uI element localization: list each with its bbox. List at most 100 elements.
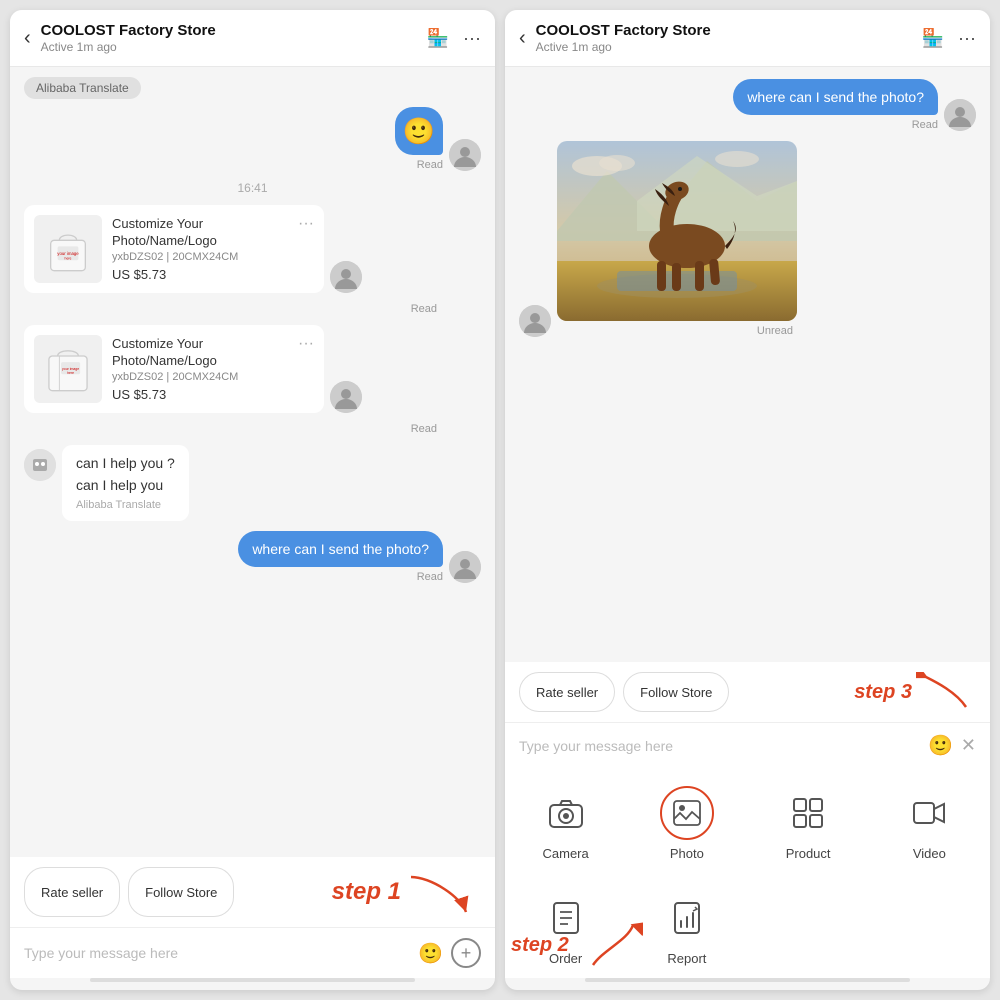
product-media-item[interactable]: Product [748, 768, 869, 873]
user-avatar-bubble [449, 551, 481, 583]
user-avatar-emoji [449, 139, 481, 171]
translate-badge: Alibaba Translate [24, 79, 481, 97]
product-info-1: Customize Your Photo/Name/Logo yxbDZS02 … [112, 216, 288, 283]
right-user-avatar [944, 99, 976, 131]
product-img-2: your image here [34, 335, 102, 403]
right-scrollbar [585, 978, 910, 982]
order-label: Order [549, 951, 582, 966]
photo-media-item[interactable]: Photo [626, 768, 747, 873]
product-card-2[interactable]: your image here Customize Your Photo/Nam… [24, 325, 324, 413]
left-more-icon[interactable]: ··· [463, 28, 481, 49]
left-panel: ‹ COOLOST Factory Store Active 1m ago 🏪 … [10, 10, 495, 990]
right-more-icon[interactable]: ··· [958, 28, 976, 49]
user-bubble-row: where can I send the photo? Read [24, 531, 481, 583]
product-card-row-1: your image here Customize Your Photo/Nam… [24, 205, 481, 293]
product-card-row-2: your image here Customize Your Photo/Nam… [24, 325, 481, 413]
left-input-area: 🙂 + [10, 927, 495, 978]
right-store-icon[interactable]: 🏪 [922, 28, 944, 49]
report-icon [673, 901, 701, 935]
svg-text:your image: your image [57, 251, 79, 256]
camera-icon-container [539, 786, 593, 840]
right-header-icons: 🏪 ··· [922, 28, 976, 49]
left-store-icon[interactable]: 🏪 [427, 28, 449, 49]
step1-label: step 1 [332, 878, 401, 906]
bot-bubble: can I help you ? can I help you Alibaba … [62, 445, 189, 521]
right-store-status: Active 1m ago [536, 40, 912, 54]
product-icon-container [781, 786, 835, 840]
product-img-1: your image here [34, 215, 102, 283]
left-scrollbar [90, 978, 415, 982]
right-emoji-icon[interactable]: 🙂 [928, 733, 953, 758]
right-store-title: COOLOST Factory Store [536, 22, 912, 39]
order-icon-container [539, 891, 593, 945]
product-sku-1: yxbDZS02 | 20CMX24CM [112, 251, 288, 263]
right-chat-area: where can I send the photo? Read [505, 67, 990, 662]
order-media-item[interactable]: Order [505, 873, 626, 978]
horse-image [557, 141, 797, 321]
video-media-item[interactable]: Video [869, 768, 990, 873]
bot-translate-label: Alibaba Translate [76, 499, 175, 511]
left-chat-area: Alibaba Translate 🙂 Read 16:41 [10, 67, 495, 857]
report-icon-container [660, 891, 714, 945]
left-emoji-icon[interactable]: 🙂 [418, 941, 443, 966]
emoji-read-label: Read [417, 159, 443, 171]
step3-label: step 3 [854, 681, 912, 704]
svg-text:here: here [67, 371, 74, 375]
media-grid: Camera Photo Pr [505, 768, 990, 978]
right-message-input[interactable] [519, 738, 920, 754]
right-rate-seller-button[interactable]: Rate seller [519, 672, 615, 712]
emoji-bubble: 🙂 [395, 107, 443, 155]
video-icon [912, 800, 946, 826]
product-price-2: US $5.73 [112, 387, 288, 402]
product-name-2: Customize Your Photo/Name/Logo [112, 336, 288, 370]
bot-msg-line1: can I help you ? [76, 455, 175, 471]
camera-label: Camera [543, 846, 589, 861]
left-store-status: Active 1m ago [41, 40, 417, 54]
right-follow-store-button[interactable]: Follow Store [623, 672, 729, 712]
bot-avatar [24, 449, 56, 481]
left-follow-store-button[interactable]: Follow Store [128, 867, 234, 917]
product-icon [792, 797, 824, 829]
photo-icon [672, 799, 702, 827]
step3-arrow [916, 672, 976, 712]
product2-read: Read [24, 423, 481, 435]
camera-media-item[interactable]: Camera [505, 768, 626, 873]
seller-avatar-horse [519, 305, 551, 337]
right-user-bubble-read: Read [912, 119, 938, 131]
right-user-bubble: where can I send the photo? [733, 79, 938, 115]
left-store-title: COOLOST Factory Store [41, 22, 417, 39]
horse-image-row: Unread [519, 141, 976, 337]
order-icon [552, 901, 580, 935]
left-add-attachment-button[interactable]: + [451, 938, 481, 968]
video-icon-container [902, 786, 956, 840]
seller-avatar-2 [330, 381, 362, 413]
right-user-bubble-row: where can I send the photo? Read [519, 79, 976, 131]
product-name-1: Customize Your Photo/Name/Logo [112, 216, 288, 250]
emoji-message-row: 🙂 Read [24, 107, 481, 171]
right-action-row: Rate seller Follow Store step 3 [505, 662, 990, 722]
left-message-input[interactable] [24, 945, 410, 961]
left-header-icons: 🏪 ··· [427, 28, 481, 49]
product-menu-1[interactable]: ··· [298, 215, 314, 233]
right-panel: ‹ COOLOST Factory Store Active 1m ago 🏪 … [505, 10, 990, 990]
right-back-button[interactable]: ‹ [519, 27, 526, 50]
left-rate-seller-button[interactable]: Rate seller [24, 867, 120, 917]
timestamp-1641: 16:41 [237, 181, 267, 195]
report-media-item[interactable]: Report [626, 873, 747, 978]
left-header: ‹ COOLOST Factory Store Active 1m ago 🏪 … [10, 10, 495, 67]
user-bubble-read: Read [417, 571, 443, 583]
bot-msg-line2: can I help you [76, 477, 175, 493]
user-bubble: where can I send the photo? [238, 531, 443, 567]
seller-avatar-1 [330, 261, 362, 293]
left-back-button[interactable]: ‹ [24, 27, 31, 50]
svg-text:your image: your image [62, 367, 79, 371]
product-menu-2[interactable]: ··· [298, 335, 314, 353]
product-price-1: US $5.73 [112, 267, 288, 282]
right-header: ‹ COOLOST Factory Store Active 1m ago 🏪 … [505, 10, 990, 67]
horse-image-unread: Unread [557, 325, 797, 337]
video-label: Video [913, 846, 946, 861]
step1-arrow [401, 867, 481, 917]
right-close-icon[interactable]: ✕ [961, 735, 976, 756]
product-card-1[interactable]: your image here Customize Your Photo/Nam… [24, 205, 324, 293]
emoji-meta: 🙂 Read [395, 107, 443, 171]
